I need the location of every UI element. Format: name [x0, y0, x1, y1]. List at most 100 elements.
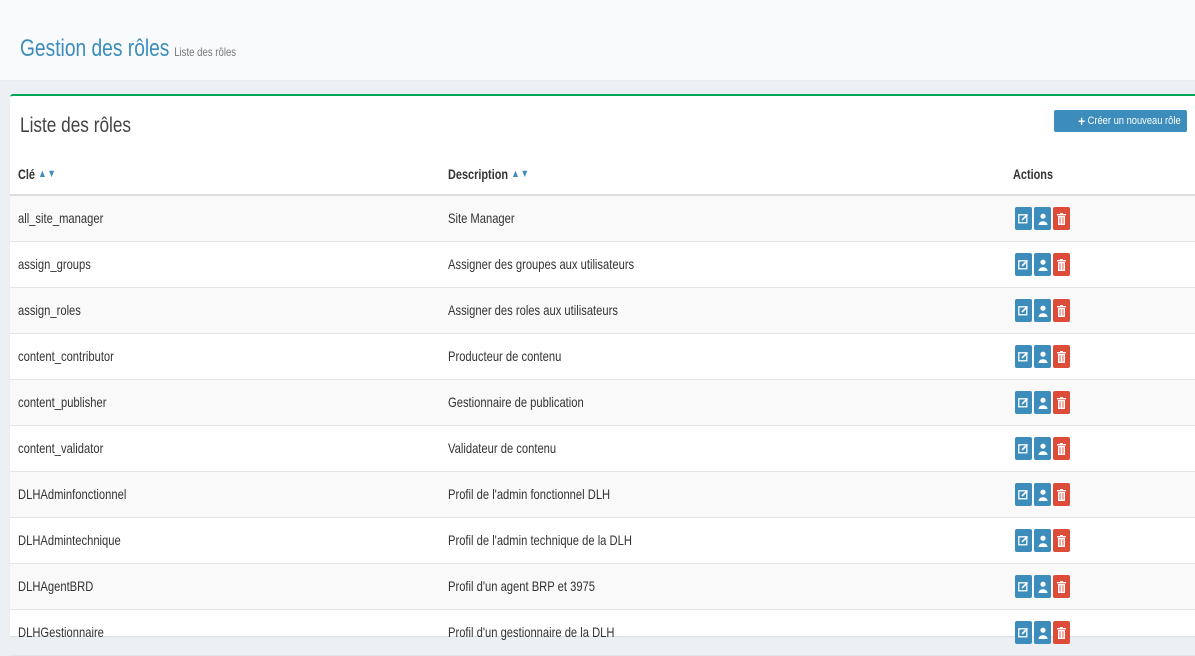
delete-role-button[interactable] — [1053, 391, 1070, 414]
delete-role-button[interactable] — [1053, 529, 1070, 552]
delete-role-button[interactable] — [1053, 621, 1070, 644]
role-users-button[interactable] — [1034, 529, 1051, 552]
role-users-button[interactable] — [1034, 299, 1051, 322]
edit-icon — [1018, 535, 1029, 546]
edit-icon — [1018, 259, 1029, 270]
trash-icon — [1057, 488, 1066, 501]
user-icon — [1038, 213, 1048, 225]
user-icon — [1038, 581, 1048, 593]
role-users-button[interactable] — [1034, 483, 1051, 506]
edit-role-button[interactable] — [1015, 483, 1032, 506]
create-role-button[interactable]: + Créer un nouveau rôle — [1054, 110, 1187, 132]
role-description: Profil d'un agent BRP et 3975 — [448, 578, 596, 594]
role-key: assign_groups — [18, 256, 91, 272]
edit-role-button[interactable] — [1015, 437, 1032, 460]
delete-role-button[interactable] — [1053, 253, 1070, 276]
role-description: Gestionnaire de publication — [448, 394, 584, 410]
table-row: content_contributor Producteur de contenu — [10, 334, 1195, 380]
role-users-button[interactable] — [1034, 345, 1051, 368]
role-users-button[interactable] — [1034, 575, 1051, 598]
role-key: content_contributor — [18, 348, 114, 364]
user-icon — [1038, 397, 1048, 409]
edit-icon — [1018, 443, 1029, 454]
user-icon — [1038, 305, 1048, 317]
role-key: content_publisher — [18, 394, 107, 410]
trash-icon — [1057, 304, 1066, 317]
trash-icon — [1057, 212, 1066, 225]
row-actions — [1015, 483, 1070, 506]
role-description: Site Manager — [448, 210, 515, 226]
edit-role-button[interactable] — [1015, 299, 1032, 322]
sort-down-icon[interactable]: ▼ — [520, 168, 529, 180]
edit-icon — [1018, 581, 1029, 592]
column-actions-label: Actions — [1013, 166, 1054, 182]
row-actions — [1015, 529, 1070, 552]
row-actions — [1015, 437, 1070, 460]
edit-icon — [1018, 489, 1029, 500]
page-header: Gestion des rôles Liste des rôles — [0, 0, 1195, 81]
role-key: content_validator — [18, 440, 104, 456]
role-users-button[interactable] — [1034, 391, 1051, 414]
edit-role-button[interactable] — [1015, 207, 1032, 230]
row-actions — [1015, 207, 1070, 230]
user-icon — [1038, 259, 1048, 271]
role-description: Validateur de contenu — [448, 440, 557, 456]
row-actions — [1015, 621, 1070, 644]
column-description-label: Description — [448, 166, 509, 182]
table-row: assign_roles Assigner des roles aux utili… — [10, 288, 1195, 334]
trash-icon — [1057, 258, 1066, 271]
delete-role-button[interactable] — [1053, 575, 1070, 598]
role-key: DLHAdmintechnique — [18, 532, 121, 548]
role-users-button[interactable] — [1034, 621, 1051, 644]
sort-icon[interactable]: ▲▼ — [38, 168, 57, 180]
delete-role-button[interactable] — [1053, 299, 1070, 322]
role-description: Profil d'un gestionnaire de la DLH — [448, 624, 615, 640]
edit-icon — [1018, 351, 1029, 362]
delete-role-button[interactable] — [1053, 207, 1070, 230]
role-key: DLHAdminfonctionnel — [18, 486, 127, 502]
sort-icon[interactable]: ▲▼ — [511, 168, 530, 180]
edit-role-button[interactable] — [1015, 575, 1032, 598]
edit-role-button[interactable] — [1015, 345, 1032, 368]
edit-role-button[interactable] — [1015, 529, 1032, 552]
trash-icon — [1057, 534, 1066, 547]
edit-role-button[interactable] — [1015, 253, 1032, 276]
sort-up-icon[interactable]: ▲ — [38, 168, 47, 180]
role-users-button[interactable] — [1034, 437, 1051, 460]
role-description: Profil de l'admin fonctionnel DLH — [448, 486, 611, 502]
roles-table-body: all_site_manager Site Manager assign_group… — [10, 196, 1195, 656]
table-row: assign_groups Assigner des groupes aux ut… — [10, 242, 1195, 288]
role-users-button[interactable] — [1034, 207, 1051, 230]
edit-icon — [1018, 213, 1029, 224]
row-actions — [1015, 299, 1070, 322]
role-description: Producteur de contenu — [448, 348, 562, 364]
delete-role-button[interactable] — [1053, 345, 1070, 368]
role-description: Assigner des roles aux utilisateurs — [448, 302, 618, 318]
create-role-label: Créer un nouveau rôle — [1087, 115, 1181, 127]
edit-role-button[interactable] — [1015, 621, 1032, 644]
user-icon — [1038, 443, 1048, 455]
page-subtitle: Liste des rôles — [174, 45, 237, 59]
column-header-key: Clé ▲▼ — [18, 166, 57, 182]
role-key: DLHAgentBRD — [18, 578, 94, 594]
role-description: Profil de l'admin technique de la DLH — [448, 532, 632, 548]
table-row: DLHAdmintechnique Profil de l'admin techn… — [10, 518, 1195, 564]
delete-role-button[interactable] — [1053, 483, 1070, 506]
table-row: all_site_manager Site Manager — [10, 196, 1195, 242]
edit-icon — [1018, 397, 1029, 408]
row-actions — [1015, 391, 1070, 414]
row-actions — [1015, 253, 1070, 276]
role-key: assign_roles — [18, 302, 81, 318]
role-users-button[interactable] — [1034, 253, 1051, 276]
trash-icon — [1057, 396, 1066, 409]
role-key: DLHGestionnaire — [18, 624, 104, 640]
sort-down-icon[interactable]: ▼ — [47, 168, 56, 180]
table-row: content_validator Validateur de contenu — [10, 426, 1195, 472]
table-row: content_publisher Gestionnaire de publica… — [10, 380, 1195, 426]
delete-role-button[interactable] — [1053, 437, 1070, 460]
user-icon — [1038, 535, 1048, 547]
user-icon — [1038, 351, 1048, 363]
edit-role-button[interactable] — [1015, 391, 1032, 414]
sort-up-icon[interactable]: ▲ — [511, 168, 520, 180]
trash-icon — [1057, 580, 1066, 593]
